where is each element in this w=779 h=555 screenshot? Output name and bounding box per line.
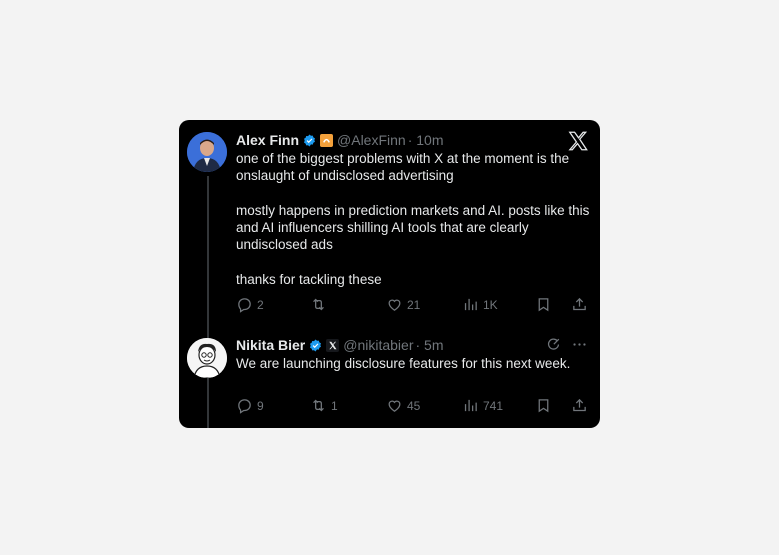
verified-icon [309,339,322,352]
tweet-time[interactable]: · 5m [416,337,444,353]
bookmark-icon [538,298,549,312]
reply-button[interactable]: 9 [236,397,264,414]
reply-icon [238,298,251,313]
verified-icon [303,134,316,147]
reply-button[interactable]: 2 [236,296,264,313]
views-icon [464,298,477,311]
retweet-count: 1 [331,398,338,413]
tweet2-text: We are launching disclosure features for… [236,356,571,371]
x-logo-icon [568,131,588,151]
like-icon [388,299,401,311]
reply-icon [238,399,251,414]
tweet2-actions: 9 1 45 741 [236,397,591,417]
tweet2-header: Nikita Bier @nikitabier · 5m [236,335,444,355]
author-handle[interactable]: @nikitabier [343,337,413,353]
author-name[interactable]: Alex Finn [236,132,299,148]
reply-count: 9 [257,398,264,413]
retweet-icon [313,298,324,311]
views-count: 741 [483,398,504,413]
like-count: 21 [407,297,421,312]
tweet1-text: one of the biggest problems with X at th… [236,151,590,288]
bookmark-icon [538,399,549,413]
tweet2-top-actions [545,336,588,353]
affiliate-badge-icon [320,133,334,147]
retweet-button[interactable]: 1 [310,397,338,414]
views-button[interactable]: 1K [462,296,498,313]
like-button[interactable]: 21 [386,296,420,313]
tweet1-actions: 2 21 1K [236,296,591,316]
share-icon [573,398,586,412]
bookmark-button[interactable] [535,296,552,313]
avatar-nikita-bier[interactable] [187,338,227,378]
bookmark-button[interactable] [535,397,552,414]
thread-line [207,176,209,428]
tweet-time[interactable]: · 10m [408,132,444,148]
like-button[interactable]: 45 [386,397,420,414]
views-icon [464,399,477,412]
views-button[interactable]: 741 [462,397,503,414]
avatar-alex-finn[interactable] [187,132,227,172]
retweet-button[interactable] [310,296,331,313]
share-button[interactable] [571,397,588,414]
tweet-card: Alex Finn @AlexFinn · 10m one of the big… [179,120,600,428]
more-icon[interactable] [571,336,588,353]
reply-count: 2 [257,297,264,312]
retweet-icon [313,399,324,412]
author-handle[interactable]: @AlexFinn [337,132,406,148]
grok-icon[interactable] [545,336,562,353]
like-icon [388,400,401,412]
author-name[interactable]: Nikita Bier [236,337,305,353]
share-icon [573,297,586,311]
tweet1-header: Alex Finn @AlexFinn · 10m [236,130,444,150]
x-affiliate-badge-icon [326,338,340,352]
like-count: 45 [407,398,421,413]
views-count: 1K [483,297,498,312]
share-button[interactable] [571,296,588,313]
